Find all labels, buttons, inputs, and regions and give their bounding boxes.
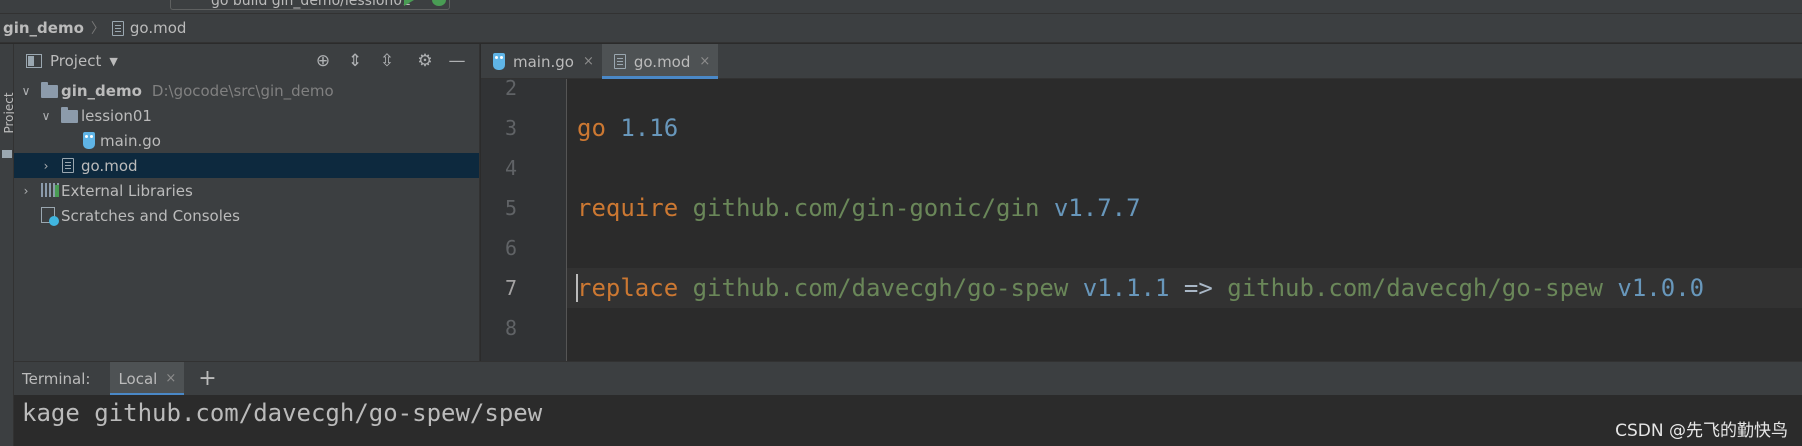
- code-token: require: [577, 194, 679, 222]
- code-token: v1.0.0: [1617, 274, 1705, 302]
- tree-item-gin-demo[interactable]: ∨ gin_demo D:\gocode\src\gin_demo: [14, 78, 479, 103]
- code-line[interactable]: go 1.16: [567, 108, 1802, 148]
- line-number: 3: [504, 116, 517, 140]
- code-token: replace: [577, 274, 679, 302]
- folder-icon: [41, 82, 58, 98]
- code-line[interactable]: replace github.com/davecgh/go-spew v1.1.…: [567, 268, 1802, 308]
- code-editor[interactable]: 2 3 4 5 6 7 8 go 1.16 require github.com/gin-go…: [481, 79, 1802, 361]
- add-terminal-icon[interactable]: +: [198, 366, 216, 391]
- go-file-icon: [493, 53, 505, 70]
- code-line[interactable]: [567, 308, 1802, 348]
- code-token: github.com/gin-gonic/gin: [692, 194, 1040, 222]
- line-number: 7: [504, 276, 517, 300]
- text-caret: [576, 274, 578, 302]
- main-toolbar: go build gin_demo/lession01: [0, 0, 1802, 14]
- code-line[interactable]: require github.com/gin-gonic/gin v1.7.7: [567, 188, 1802, 228]
- mod-file-icon: [111, 20, 124, 36]
- breadcrumb-file[interactable]: go.mod: [130, 19, 187, 37]
- locate-icon[interactable]: ⊕: [313, 51, 333, 71]
- close-icon[interactable]: ×: [583, 54, 594, 69]
- chevron-down-icon[interactable]: ∨: [20, 84, 32, 98]
- terminal-output[interactable]: kage github.com/davecgh/go-spew/spew: [14, 395, 1802, 446]
- editor-tab-bar: main.go × go.mod ×: [481, 44, 1802, 79]
- tree-item-label: go.mod: [81, 156, 138, 175]
- project-panel-header: Project ▼ ⊕ ⇕ ⇳ ⚙ —: [14, 44, 479, 78]
- tree-item-label: External Libraries: [61, 181, 193, 200]
- line-number: 8: [504, 316, 517, 340]
- tree-item-label: main.go: [100, 131, 161, 150]
- mod-file-icon: [613, 54, 626, 69]
- watermark: CSDN @先飞的勤快鸟: [1615, 421, 1788, 441]
- code-token: v1.1.1: [1082, 274, 1170, 302]
- terminal-label: Terminal:: [22, 369, 91, 388]
- folder-icon: [2, 150, 12, 158]
- tree-item-scratches[interactable]: Scratches and Consoles: [14, 203, 479, 228]
- tree-item-path: D:\gocode\src\gin_demo: [151, 81, 334, 100]
- close-icon[interactable]: ×: [165, 371, 176, 386]
- close-icon[interactable]: ×: [699, 54, 710, 69]
- line-number: 5: [504, 196, 517, 220]
- tab-label: go.mod: [633, 52, 691, 71]
- chevron-down-icon[interactable]: ▼: [109, 55, 117, 68]
- left-tool-strip: Project: [0, 44, 16, 446]
- mod-file-icon: [62, 158, 74, 173]
- tree-item-main-go[interactable]: main.go: [14, 128, 479, 153]
- tab-go-mod[interactable]: go.mod ×: [601, 44, 719, 79]
- line-number-gutter: 2 3 4 5 6 7 8: [481, 79, 566, 361]
- tree-item-label: Scratches and Consoles: [61, 206, 240, 225]
- project-panel-title[interactable]: Project: [50, 52, 101, 70]
- navigation-bar: gin_demo 〉 go.mod: [0, 14, 1802, 43]
- breadcrumb-project[interactable]: gin_demo: [3, 19, 84, 37]
- tree-item-lession01[interactable]: ∨ lession01: [14, 103, 479, 128]
- code-line[interactable]: [567, 148, 1802, 188]
- tree-item-go-mod[interactable]: › go.mod: [14, 153, 479, 178]
- chevron-right-icon[interactable]: ›: [40, 159, 52, 173]
- tree-item-label: gin_demo: [61, 81, 142, 100]
- line-number: 2: [504, 79, 517, 100]
- chevron-down-icon[interactable]: ∨: [40, 109, 52, 123]
- code-token: 1.16: [620, 114, 679, 142]
- terminal-output-text: kage github.com/davecgh/go-spew/spew: [22, 399, 543, 427]
- collapse-all-icon[interactable]: ⇳: [377, 51, 397, 71]
- code-token: v1.7.7: [1053, 194, 1141, 222]
- line-number: 6: [504, 236, 517, 260]
- run-icon[interactable]: [404, 0, 414, 6]
- code-line[interactable]: [567, 228, 1802, 268]
- terminal-tab-local[interactable]: Local ×: [110, 361, 185, 396]
- breadcrumb-separator: 〉: [90, 21, 105, 37]
- project-tree: ∨ gin_demo D:\gocode\src\gin_demo ∨ lessi…: [14, 78, 479, 228]
- tab-main-go[interactable]: main.go ×: [481, 44, 602, 79]
- scratch-icon: [41, 207, 59, 226]
- gear-icon[interactable]: ⚙: [415, 51, 435, 71]
- library-icon: [41, 183, 59, 197]
- line-number: 4: [504, 156, 517, 180]
- terminal-tab-label: Local: [118, 369, 158, 388]
- tab-label: main.go: [513, 52, 574, 71]
- terminal-header: Terminal: Local × +: [14, 361, 1802, 396]
- folder-icon: [61, 107, 78, 123]
- project-panel: Project ▼ ⊕ ⇕ ⇳ ⚙ — ∨ gin_demo D:\gocode\…: [14, 44, 480, 361]
- tree-item-external-libraries[interactable]: › External Libraries: [14, 178, 479, 203]
- project-icon: [26, 54, 42, 68]
- code-token: =>: [1169, 274, 1228, 302]
- code-line[interactable]: [567, 79, 1802, 108]
- code-token: github.com/davecgh/go-spew: [692, 274, 1069, 302]
- code-token: go: [577, 114, 606, 142]
- go-file-icon: [83, 132, 95, 149]
- chevron-right-icon[interactable]: ›: [20, 184, 32, 198]
- expand-all-icon[interactable]: ⇕: [345, 51, 365, 71]
- hide-icon[interactable]: —: [447, 51, 467, 71]
- code-token: github.com/davecgh/go-spew: [1227, 274, 1603, 302]
- tree-item-label: lession01: [81, 106, 152, 125]
